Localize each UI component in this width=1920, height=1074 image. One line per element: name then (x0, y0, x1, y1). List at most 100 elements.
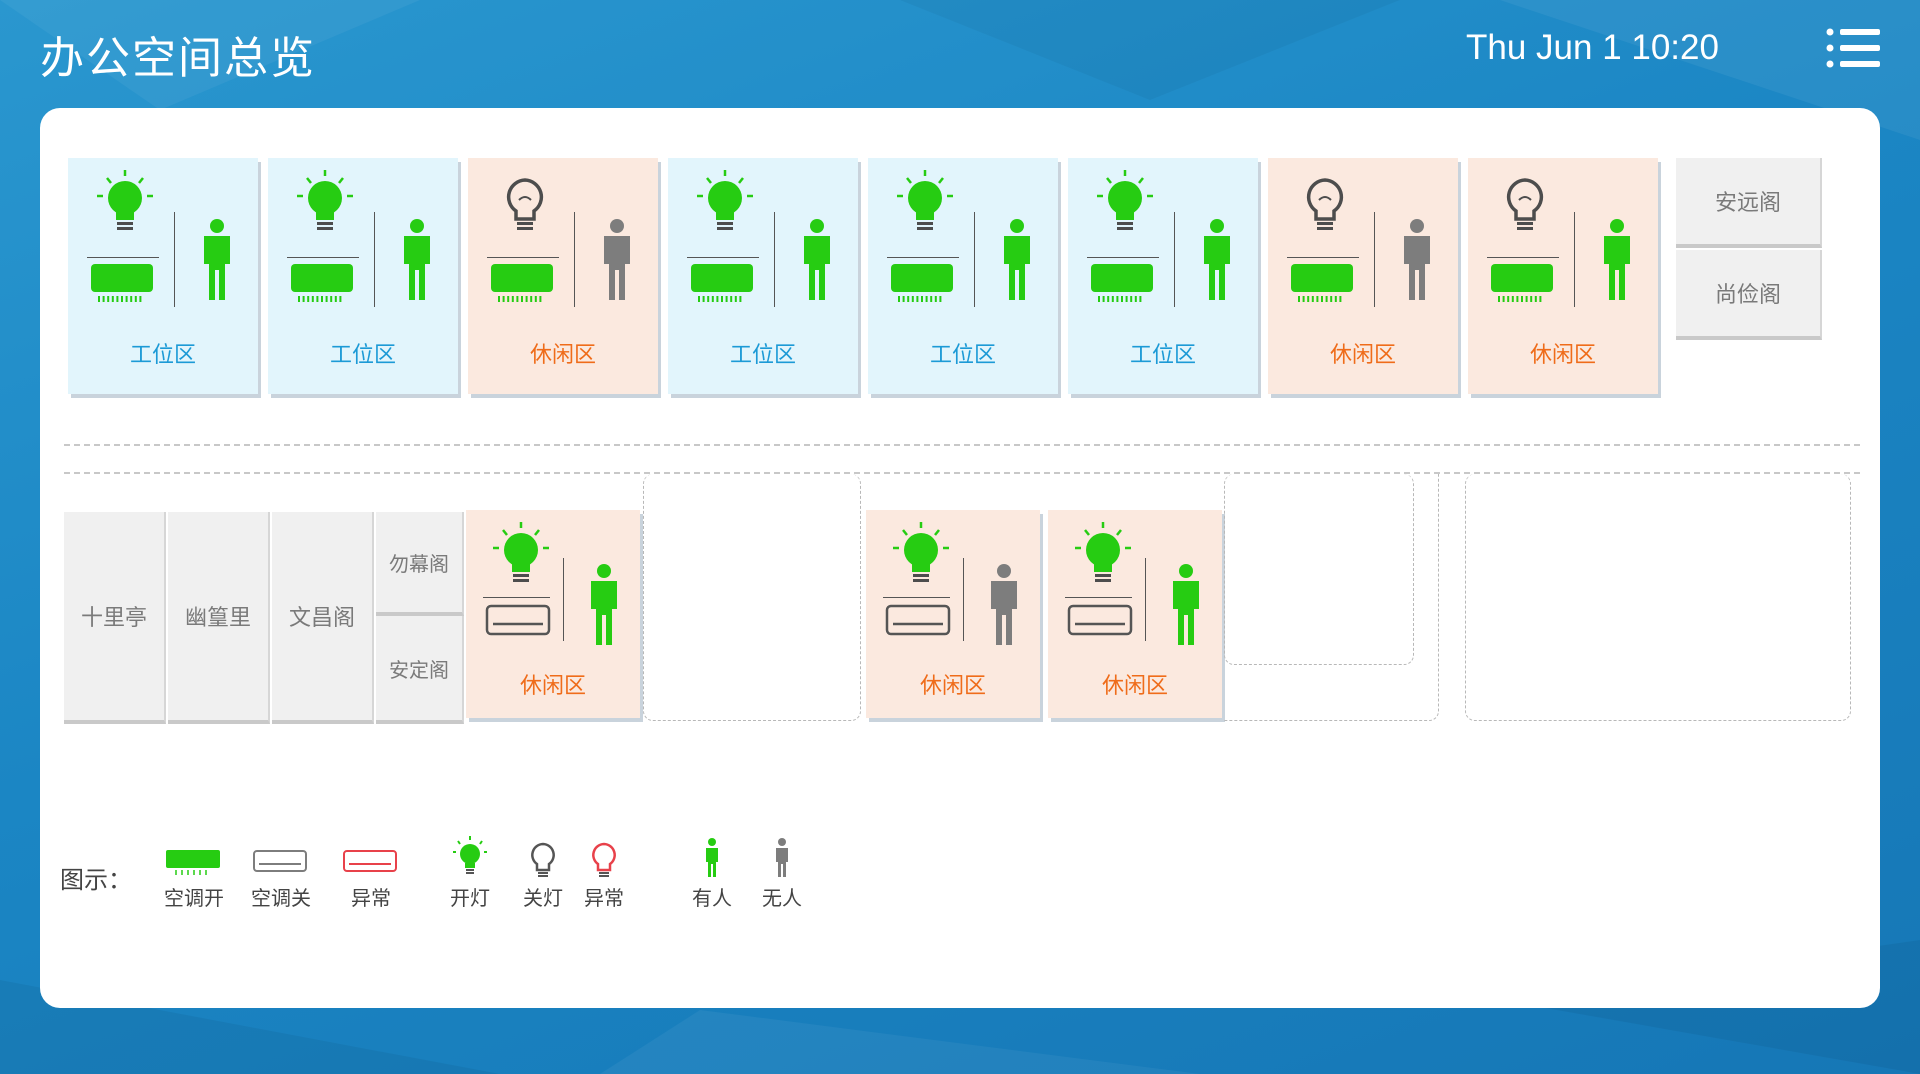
person-present-icon (1172, 564, 1199, 646)
tile-divider-h (687, 257, 760, 259)
top-zone-1[interactable]: 工位区 (268, 158, 458, 394)
light-off-icon (531, 842, 555, 877)
ac-on-icon (1091, 264, 1153, 303)
room-youhuangli[interactable]: 幽篁里 (168, 512, 270, 724)
tile-divider-h (1287, 257, 1360, 259)
legend-label-ac-on: 空调开 (164, 886, 224, 910)
zone-label: 工位区 (929, 343, 996, 369)
ac-off-icon (253, 850, 307, 872)
tile-divider-h (887, 257, 960, 259)
room-andingge[interactable]: 安定阁 (376, 616, 464, 724)
ac-on-icon (291, 264, 353, 303)
top-zone-4[interactable]: 工位区 (868, 158, 1058, 394)
zone-label: 休闲区 (529, 343, 596, 369)
person-absent-icon (776, 838, 788, 877)
tile-divider-h (87, 257, 160, 259)
person-present-icon (1004, 219, 1030, 301)
tile-divider-v (963, 557, 965, 642)
legend-title: 图示： (60, 866, 132, 894)
top-zone-5[interactable]: 工位区 (1068, 158, 1258, 394)
person-present-icon (804, 219, 830, 301)
legend-label-light-alarm: 异常 (584, 886, 624, 910)
room-wenchangge[interactable]: 文昌阁 (272, 512, 374, 724)
legend-label-person-absent: 无人 (762, 886, 802, 910)
tile-divider-v (574, 212, 576, 307)
tile-divider-v (563, 557, 565, 642)
zone-label: 工位区 (1129, 343, 1196, 369)
tile-divider-v (374, 212, 376, 307)
light-alarm-icon (592, 842, 616, 877)
room-shangjian[interactable]: 尚俭阁 (1676, 250, 1822, 340)
zone-label: 工位区 (329, 343, 396, 369)
bottom-zone-0[interactable]: 休闲区 (466, 510, 640, 718)
light-on-icon (1096, 170, 1153, 230)
ac-on-icon (691, 264, 753, 303)
ac-off-icon (1068, 604, 1133, 635)
person-present-icon (1604, 219, 1630, 301)
ac-on-icon (91, 264, 153, 303)
bottom-zone-2[interactable]: 休闲区 (1048, 510, 1222, 718)
light-on-icon (892, 522, 949, 582)
tile-divider-h (1087, 257, 1160, 259)
tile-divider-h (1487, 257, 1560, 259)
person-present-icon (590, 564, 617, 646)
top-zone-0[interactable]: 工位区 (68, 158, 258, 394)
zone-label: 休闲区 (1529, 343, 1596, 369)
person-absent-icon (1404, 219, 1430, 301)
legend-label-ac-alarm: 异常 (351, 886, 391, 910)
top-zone-3[interactable]: 工位区 (668, 158, 858, 394)
person-absent-icon (990, 564, 1017, 646)
tile-divider-h (883, 597, 950, 599)
person-present-icon (204, 219, 230, 301)
light-on-icon (296, 170, 353, 230)
tile-divider-h (287, 257, 360, 259)
tile-divider-h (483, 597, 550, 599)
room-wumuge[interactable]: 勿幕阁 (376, 512, 464, 616)
corridor-divider-top (64, 444, 1860, 446)
ac-on-icon (491, 264, 553, 303)
ac-on-icon (1491, 264, 1553, 303)
floor-plan-panel: 工位区 工位区 休闲区 工位区 工位区 工位区 休闲区 休闲区 安远阁 尚俭阁 … (40, 108, 1880, 1008)
empty-area-4 (1465, 474, 1851, 721)
empty-area-1 (643, 474, 861, 721)
bottom-zone-1[interactable]: 休闲区 (866, 510, 1040, 718)
person-present-icon (1204, 219, 1230, 301)
tile-divider-v (974, 212, 976, 307)
tile-divider-v (774, 212, 776, 307)
top-zone-6[interactable]: 休闲区 (1268, 158, 1458, 394)
room-shiliting[interactable]: 十里亭 (64, 512, 166, 724)
tile-divider-h (487, 257, 560, 259)
zone-label: 休闲区 (919, 674, 986, 700)
light-on-icon (96, 170, 153, 230)
page-title: 办公空间总览 (40, 33, 316, 84)
light-off-icon (506, 178, 543, 230)
zone-label: 休闲区 (1101, 674, 1168, 700)
light-on-icon (453, 836, 487, 874)
light-on-icon (696, 170, 753, 230)
ac-off-icon (886, 604, 951, 635)
person-present-icon (706, 838, 718, 877)
top-zone-2[interactable]: 休闲区 (468, 158, 658, 394)
tile-divider-h (1065, 597, 1132, 599)
tile-divider-v (174, 212, 176, 307)
light-off-icon (1506, 178, 1543, 230)
light-on-icon (896, 170, 953, 230)
light-on-icon (492, 522, 549, 582)
top-zone-7[interactable]: 休闲区 (1468, 158, 1658, 394)
tile-divider-v (1174, 212, 1176, 307)
ac-off-icon (486, 604, 551, 635)
person-absent-icon (604, 219, 630, 301)
ac-on-icon (1291, 264, 1353, 303)
ac-on-icon (166, 850, 220, 875)
ac-alarm-icon (343, 850, 397, 872)
ac-on-icon (891, 264, 953, 303)
zone-label: 工位区 (129, 343, 196, 369)
tile-divider-v (1145, 557, 1147, 642)
datetime-display: Thu Jun 1 10:20 (1466, 28, 1719, 67)
zone-label: 休闲区 (1329, 343, 1396, 369)
room-anyuan[interactable]: 安远阁 (1676, 158, 1822, 248)
tile-divider-v (1574, 212, 1576, 307)
person-present-icon (404, 219, 430, 301)
zone-label: 休闲区 (519, 674, 586, 700)
menu-button[interactable] (1826, 26, 1882, 70)
